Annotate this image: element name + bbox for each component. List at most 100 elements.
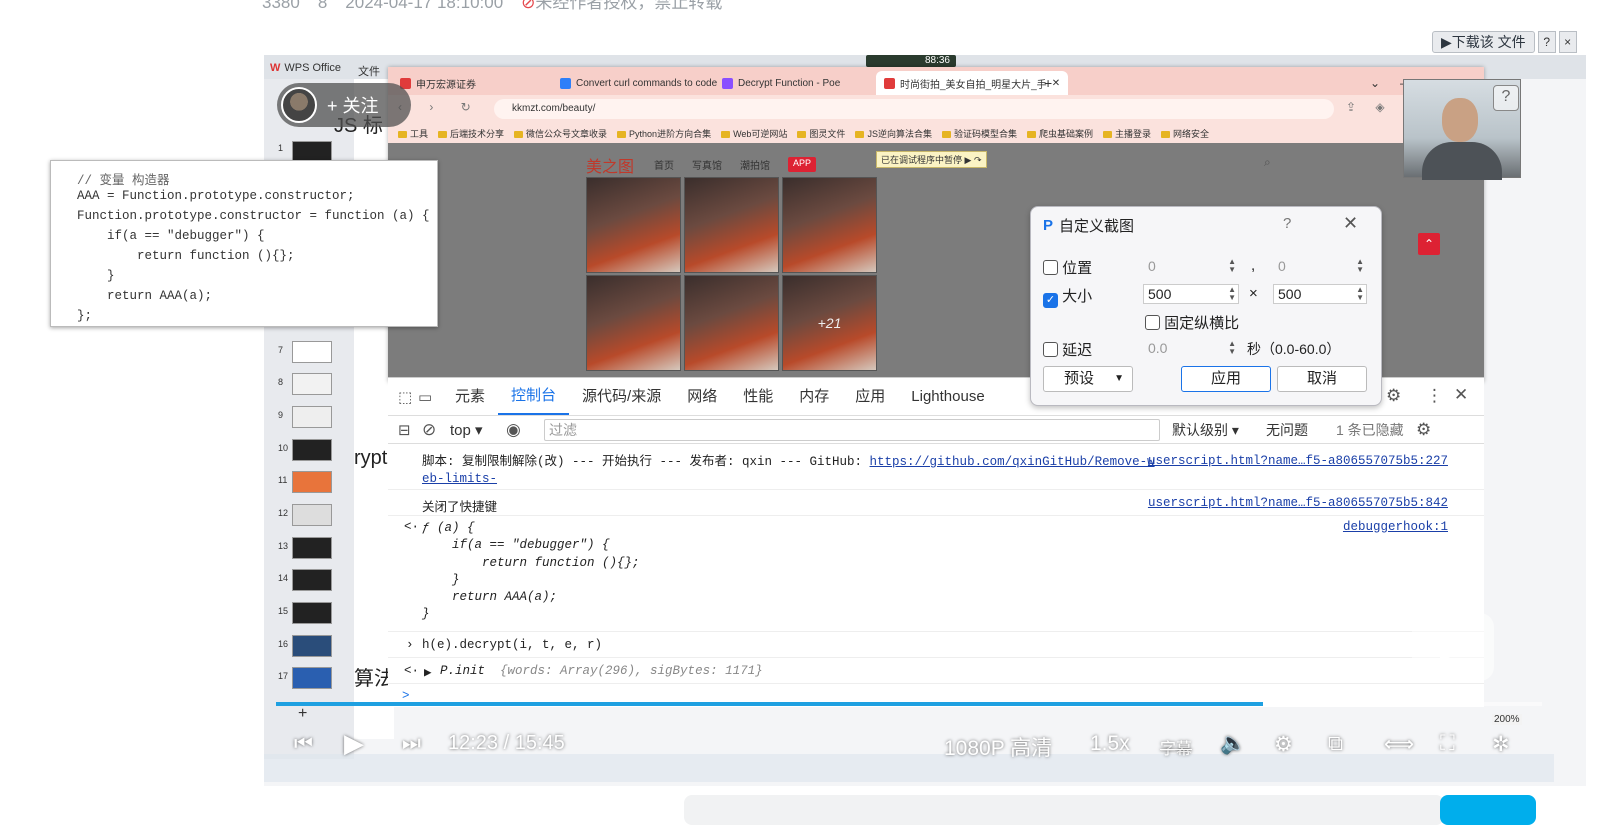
bookmark-item[interactable]: 网络安全 (1161, 127, 1209, 140)
bookmark-item[interactable]: 后端技术分享 (438, 127, 504, 140)
github-link-continued[interactable]: eb-limits- (422, 472, 497, 486)
bookmark-item[interactable]: JS逆向算法合集 (855, 127, 932, 140)
eye-icon[interactable]: ◉ (506, 420, 536, 440)
clear-console-icon[interactable]: ⊘ (422, 420, 450, 440)
site-nav-item[interactable]: 潮拍馆 (740, 157, 770, 172)
gallery-photo[interactable] (586, 275, 681, 371)
tab-console[interactable]: 控制台 (498, 379, 570, 415)
delay-checkbox[interactable]: 延迟 (1043, 339, 1092, 360)
result-object-name[interactable]: P.init (440, 664, 485, 678)
sidebar-toggle-icon[interactable]: ⊟ (398, 421, 422, 439)
keep-ratio-checkbox[interactable]: 固定纵横比 (1145, 312, 1239, 333)
gallery-more-photos[interactable]: +21 (782, 275, 877, 371)
minimize-icon[interactable]: ⌄ (1370, 73, 1380, 93)
previous-icon[interactable]: ⏮ (294, 732, 313, 756)
gallery-photo[interactable] (684, 177, 779, 273)
back-to-top-icon[interactable]: ⌃ (1418, 233, 1440, 255)
site-nav-item[interactable]: 写真馆 (692, 157, 722, 172)
filter-input[interactable]: 过滤 (544, 418, 1160, 441)
send-button[interactable] (1440, 795, 1536, 825)
expand-triangle-icon[interactable]: ▶ (424, 664, 432, 680)
help-icon[interactable]: ? (1493, 85, 1519, 111)
dialog-help-button[interactable]: ? (1283, 215, 1291, 232)
picture-in-picture-icon[interactable]: ⧉ (1328, 732, 1343, 756)
position-checkbox[interactable]: 位置 (1043, 257, 1092, 278)
inspect-element-icon[interactable]: ⬚ (398, 388, 418, 406)
size-checkbox[interactable]: ✓ 大小 (1043, 285, 1092, 308)
github-link[interactable]: https://github.com/qxinGitHub/Remove-w (870, 455, 1155, 469)
bookmark-item[interactable]: 验证码模型合集 (942, 127, 1017, 140)
bookmark-item[interactable]: 图灵文件 (797, 127, 845, 140)
bookmark-item[interactable]: 工具 (398, 127, 428, 140)
follow-uploader-button[interactable]: + 关注 (277, 83, 411, 127)
tab-application[interactable]: 应用 (842, 378, 898, 416)
browser-tab[interactable]: Convert curl commands to code (560, 73, 717, 93)
width-input[interactable]: 500 ▲ ▼ (1143, 284, 1239, 304)
bookmark-item[interactable]: Web可逆网站 (721, 127, 787, 140)
settings-icon[interactable]: ⚙ (1274, 732, 1293, 757)
quality-selector[interactable]: 1080P 高清 (944, 732, 1052, 762)
gallery-photo[interactable] (684, 275, 779, 371)
video-player[interactable]: W WPS Office 文件 88:36 1 7 8 9 10 11 12 1… (264, 55, 1586, 822)
more-options-icon[interactable]: ⋮ (1426, 386, 1443, 406)
bookmark-item[interactable]: 爬虫基础案例 (1027, 127, 1093, 140)
device-toolbar-icon[interactable]: ▭ (418, 388, 442, 406)
position-y-input[interactable]: 0 ▲ ▼ (1273, 256, 1367, 276)
download-help-button[interactable]: ? (1537, 31, 1556, 53)
avatar[interactable] (281, 87, 317, 123)
widescreen-icon[interactable]: ⟺ (1384, 732, 1414, 757)
danmaku-icon[interactable]: ✲ (1492, 732, 1510, 757)
console-settings-icon[interactable]: ⚙ (1416, 420, 1431, 440)
tab-elements[interactable]: 元素 (442, 378, 498, 416)
next-icon[interactable]: ⏭ (402, 732, 421, 756)
source-link[interactable]: userscript.html?name…f5-a806557075b5:842 (1148, 496, 1448, 510)
bookmark-item[interactable]: 微信公众号文章收录 (514, 127, 607, 140)
play-overlay-button[interactable]: ▶ (1412, 613, 1494, 681)
browser-tab[interactable]: 申万宏源证券 (400, 73, 476, 93)
subtitle-button[interactable]: 字幕 (1160, 735, 1192, 759)
gallery-photo[interactable] (586, 177, 681, 273)
site-nav-item[interactable]: 首页 (654, 157, 674, 172)
app-badge[interactable]: APP (788, 157, 817, 172)
browser-tab-active[interactable]: 时尚街拍_美女自拍_明星大片_手 ✕ (876, 71, 1069, 95)
source-link[interactable]: userscript.html?name…f5-a806557075b5:227 (1148, 454, 1448, 468)
tab-sources[interactable]: 源代码/来源 (569, 378, 674, 416)
log-level-dropdown[interactable]: 默认级别 ▾ (1172, 420, 1266, 440)
play-button[interactable]: ▶ (344, 728, 364, 759)
position-x-input[interactable]: 0 ▲ ▼ (1143, 256, 1239, 276)
close-tab-icon[interactable]: ✕ (1052, 78, 1060, 89)
bookmark-item[interactable]: 主播登录 (1103, 127, 1151, 140)
gear-icon[interactable]: ⚙ (1386, 386, 1401, 406)
video-progress-bar[interactable] (276, 702, 1542, 706)
site-logo[interactable]: 美之图 (586, 153, 634, 177)
resume-icon[interactable]: ▶ (965, 155, 972, 165)
source-link[interactable]: debuggerhook:1 (1343, 520, 1448, 534)
issues-count[interactable]: 无问题 (1266, 420, 1336, 440)
tab-performance[interactable]: 性能 (730, 378, 786, 416)
tab-network[interactable]: 网络 (674, 378, 730, 416)
search-icon[interactable]: ⌕ (1264, 155, 1271, 170)
browser-tab[interactable]: Decrypt Function - Poe (722, 73, 840, 93)
delay-input[interactable]: 0.0 ▲ ▼ (1143, 338, 1239, 358)
fullscreen-icon[interactable]: ⛶ (1440, 732, 1455, 756)
new-tab-button[interactable]: + (1044, 73, 1052, 93)
context-selector[interactable]: top ▾ (450, 421, 506, 439)
url-input[interactable]: kkmzt.com/beauty/ (494, 99, 1334, 119)
cancel-button[interactable]: 取消 (1277, 366, 1367, 392)
download-file-button[interactable]: ▶下载该 文件 (1432, 31, 1535, 53)
tab-lighthouse[interactable]: Lighthouse (898, 378, 997, 416)
download-close-button[interactable]: × (1558, 31, 1577, 53)
bookmark-item[interactable]: Python进阶方向合集 (617, 127, 711, 140)
close-devtools-icon[interactable]: ✕ (1454, 385, 1468, 405)
tab-memory[interactable]: 内存 (786, 378, 842, 416)
danmaku-input[interactable] (684, 795, 1444, 825)
dialog-close-icon[interactable]: ✕ (1343, 213, 1358, 234)
speed-selector[interactable]: 1.5x (1090, 732, 1130, 756)
apply-button[interactable]: 应用 (1181, 366, 1271, 392)
step-over-icon[interactable]: ↷ (974, 155, 982, 165)
preset-dropdown[interactable]: 预设 ▼ (1043, 366, 1133, 392)
console-prompt[interactable]: > (402, 689, 410, 703)
gallery-photo[interactable] (782, 177, 877, 273)
volume-icon[interactable]: 🔈 (1220, 732, 1246, 756)
height-input[interactable]: 500 ▲ ▼ (1273, 284, 1367, 304)
